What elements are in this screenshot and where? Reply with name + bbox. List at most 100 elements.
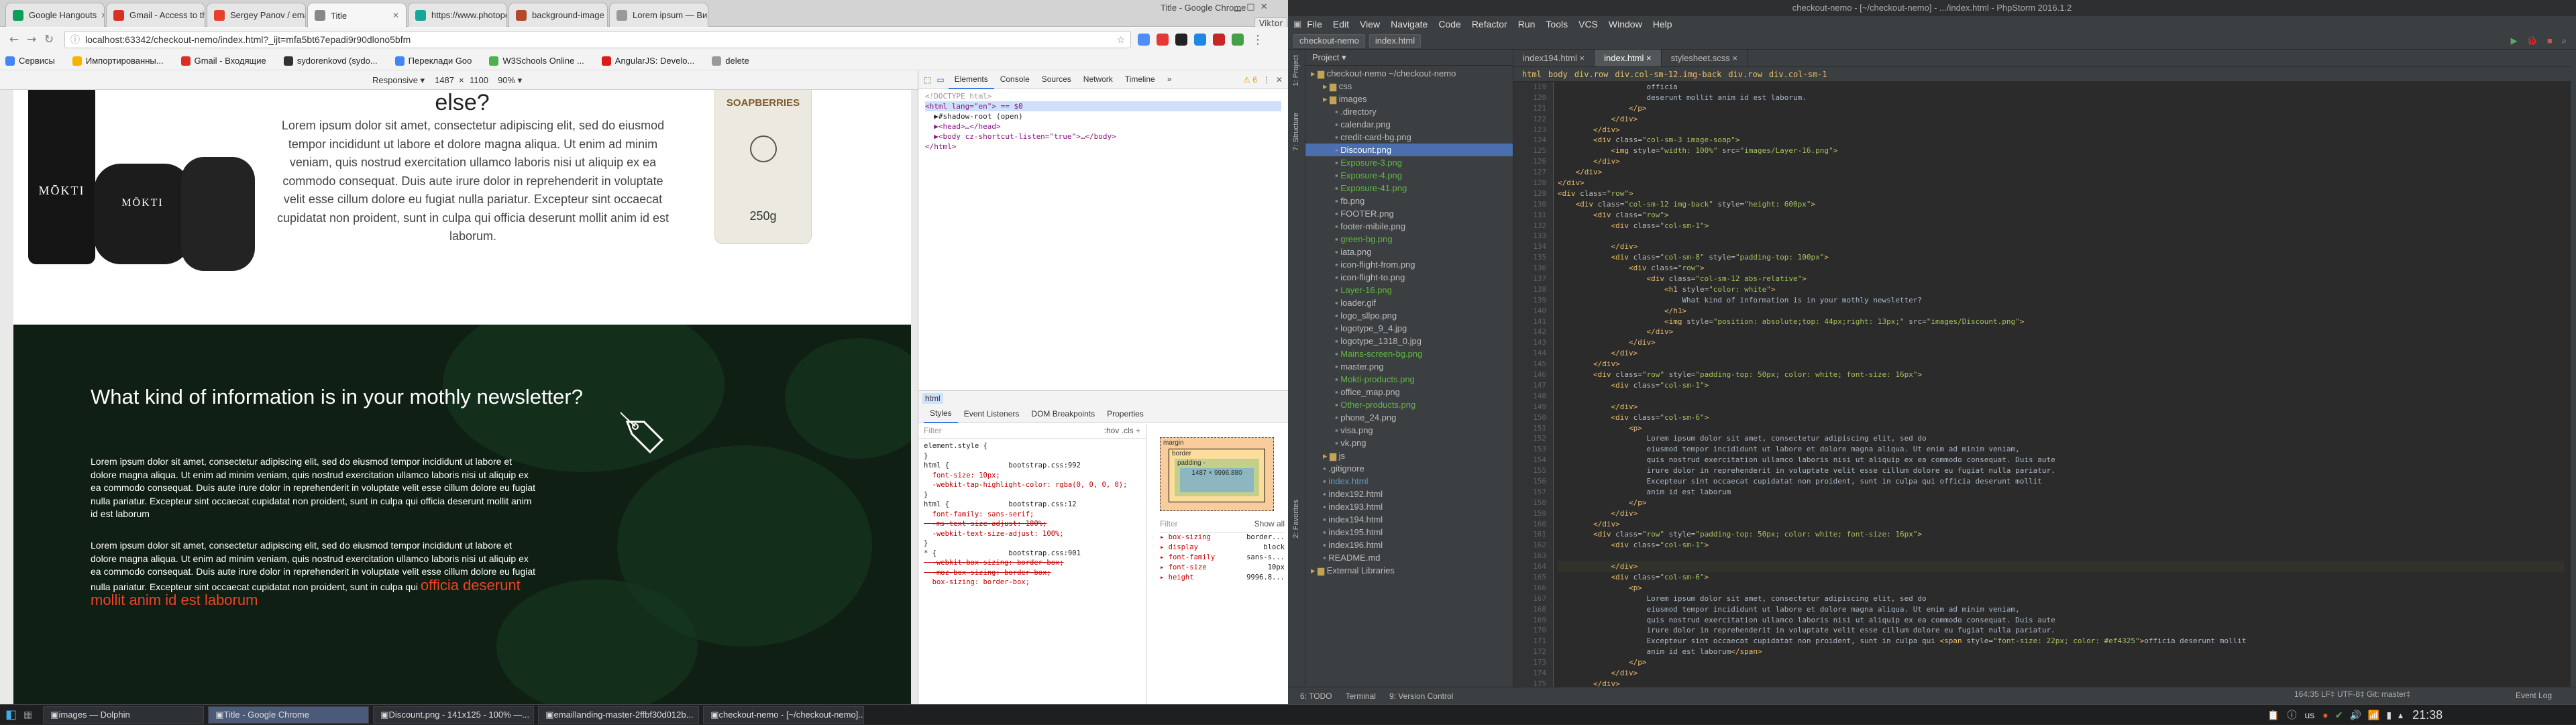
code-line[interactable]: <img style="width: 100%" src="images/Lay… xyxy=(1558,146,2564,156)
zoom-select[interactable]: 90% ▾ xyxy=(498,75,522,86)
bookmark-item[interactable]: sydorenkovd (sydo... xyxy=(283,56,378,66)
structure-tool-button[interactable]: 7: Structure xyxy=(1292,113,1300,151)
code-line[interactable]: <img style="position: absolute;top: 44px… xyxy=(1558,317,2564,327)
computed-row[interactable]: ▸ font-family sans-s... xyxy=(1160,553,1285,563)
code-line[interactable]: eiusmod tempor incididunt ut labore et d… xyxy=(1558,444,2564,455)
extension-icon[interactable] xyxy=(1175,34,1187,46)
project-panel-header[interactable]: Project ▾ xyxy=(1305,50,1513,66)
project-tree-item[interactable]: ▪ icon-flight-to.png xyxy=(1305,271,1513,284)
project-tool-button[interactable]: 1: Project xyxy=(1292,55,1300,86)
project-tree-item[interactable]: ▪ Mokti-products.png xyxy=(1305,373,1513,386)
code-line[interactable]: <div class="row"> xyxy=(1558,210,2564,221)
project-tree-item[interactable]: ▸ ▆ css xyxy=(1305,80,1513,93)
extension-icon[interactable] xyxy=(1138,34,1150,46)
style-rule-line[interactable]: } xyxy=(924,539,1140,549)
tag-crumb[interactable]: html xyxy=(1519,70,1545,79)
run-icon[interactable]: ▶ xyxy=(2511,36,2518,46)
project-tree-item[interactable]: ▪ .gitignore xyxy=(1305,462,1513,475)
code-line[interactable]: <p> xyxy=(1558,583,2564,594)
code-line[interactable]: quis nostrud exercitation ullamco labori… xyxy=(1558,615,2564,626)
ide-bottom-tab[interactable]: 9: Version Control xyxy=(1383,691,1460,701)
nav-crumb-project[interactable]: checkout-nemo xyxy=(1293,34,1365,48)
check-icon[interactable]: ✔ xyxy=(2335,710,2343,721)
code-line[interactable]: <div class="row" style="padding-top: 50p… xyxy=(1558,370,2564,380)
code-line[interactable] xyxy=(1558,391,2564,402)
style-rule-line[interactable]: -webkit-tap-highlight-color: rgba(0, 0, … xyxy=(924,480,1140,490)
computed-row[interactable]: ▸ box-sizing border... xyxy=(1160,533,1285,543)
project-tree-item[interactable]: ▪ master.png xyxy=(1305,360,1513,373)
editor-tab[interactable]: index194.html × xyxy=(1513,50,1595,66)
ide-menu-item[interactable]: Edit xyxy=(1328,19,1354,30)
favorites-tool-button[interactable]: 2: Favorites xyxy=(1292,500,1300,538)
extension-icon[interactable] xyxy=(1213,34,1225,46)
style-rule-line[interactable]: -webkit-text-size-adjust: 100%; xyxy=(924,529,1140,539)
dom-line[interactable]: <html lang="en"> == $0 xyxy=(925,101,1281,111)
ide-menu-item[interactable]: Refactor xyxy=(1466,19,1513,30)
code-line[interactable]: <div class="col-sm-6"> xyxy=(1558,412,2564,423)
code-line[interactable]: <div class="row" style="padding-top: 50p… xyxy=(1558,529,2564,540)
code-line[interactable]: <div class="col-sm-8" style="padding-top… xyxy=(1558,252,2564,263)
code-line[interactable]: </div> xyxy=(1558,402,2564,412)
menu-icon[interactable]: ⋮ xyxy=(1252,33,1264,47)
project-tree-item[interactable]: ▪ logo_sllpo.png xyxy=(1305,309,1513,322)
more-tabs-icon[interactable]: » xyxy=(1161,70,1178,89)
bookmark-item[interactable]: W3Schools Online ... xyxy=(489,56,584,66)
code-line[interactable]: eiusmod tempor incididunt ut labore et d… xyxy=(1558,604,2564,615)
dom-line[interactable]: </html> xyxy=(925,142,1281,152)
project-tree-item[interactable]: ▪ visa.png xyxy=(1305,424,1513,437)
devtools-tab[interactable]: Timeline xyxy=(1119,70,1161,89)
code-line[interactable]: quis nostrud exercitation ullamco labori… xyxy=(1558,455,2564,465)
code-line[interactable]: Excepteur sint occaecat cupidatat non pr… xyxy=(1558,636,2564,647)
devtools-tab[interactable]: Network xyxy=(1077,70,1119,89)
keyboard-layout[interactable]: us xyxy=(2304,710,2314,720)
info-icon[interactable]: ⓘ xyxy=(2287,708,2296,722)
project-tree-item[interactable]: ▸ ▆ images xyxy=(1305,93,1513,105)
tag-crumb[interactable]: div.row xyxy=(1725,70,1766,79)
chrome-tray-icon[interactable]: ● xyxy=(2322,710,2328,720)
ide-menu-item[interactable]: Code xyxy=(1433,19,1466,30)
code-line[interactable]: Lorem ipsum dolor sit amet, consectetur … xyxy=(1558,594,2564,604)
reload-icon[interactable]: ↻ xyxy=(40,33,58,46)
code-line[interactable]: </div> xyxy=(1558,178,2564,188)
code-line[interactable]: irure dolor in reprehenderit in voluptat… xyxy=(1558,625,2564,636)
devtools-tab[interactable]: Elements xyxy=(948,70,994,89)
taskbar-task[interactable]: ▣ emaillanding-master-2ffbf30d012b... xyxy=(538,706,700,724)
ide-menu-item[interactable]: VCS xyxy=(1573,19,1603,30)
styles-subtab[interactable]: Properties xyxy=(1101,405,1150,423)
code-area[interactable]: officia deserunt mollit anim id est labo… xyxy=(1558,82,2564,691)
project-tree-item[interactable]: ▪ index192.html xyxy=(1305,488,1513,500)
devtools-tab[interactable]: Console xyxy=(994,70,1036,89)
address-bar[interactable]: ⓘ localhost:63342/checkout-nemo/index.ht… xyxy=(64,31,1131,48)
clock[interactable]: 21:38 xyxy=(2412,708,2443,722)
dom-crumb[interactable]: html xyxy=(922,393,943,404)
project-tree-item[interactable]: ▪ credit-card-bg.png xyxy=(1305,131,1513,144)
warning-icon[interactable]: ⚠ 6 xyxy=(1243,75,1257,85)
project-tree-item[interactable]: ▪ green-bg.png xyxy=(1305,233,1513,245)
device-height[interactable]: 1100 xyxy=(470,75,488,85)
editor-tab[interactable]: stylesheet.scss × xyxy=(1662,50,1748,66)
code-line[interactable]: anim id est laborum</span> xyxy=(1558,647,2564,657)
project-tree-item[interactable]: ▪ index194.html xyxy=(1305,513,1513,526)
taskbar-task[interactable]: ▣ Title - Google Chrome xyxy=(208,706,370,724)
device-width[interactable]: 1487 xyxy=(435,75,454,85)
project-tree-item[interactable]: ▪ index195.html xyxy=(1305,526,1513,539)
style-rule-line[interactable]: html { bootstrap.css:12 xyxy=(924,500,1140,510)
style-rule-line[interactable]: font-family: sans-serif; xyxy=(924,510,1140,520)
code-line[interactable]: <div class="col-sm-3 image-soap"> xyxy=(1558,135,2564,146)
extension-icon[interactable] xyxy=(1157,34,1169,46)
project-tree-item[interactable]: ▪ logotype_1318_0.jpg xyxy=(1305,335,1513,347)
tab-close-icon[interactable]: ✕ xyxy=(388,11,399,20)
devtools-close-icon[interactable]: ✕ xyxy=(1276,75,1283,85)
project-tree-item[interactable]: ▪ FOOTER.png xyxy=(1305,207,1513,220)
code-line[interactable]: </div> xyxy=(1558,519,2564,530)
ide-menu-item[interactable]: View xyxy=(1354,19,1385,30)
computed-row[interactable]: ▸ height 9996.8... xyxy=(1160,573,1285,583)
code-line[interactable]: </h1> xyxy=(1558,306,2564,317)
code-line[interactable] xyxy=(1558,551,2564,561)
styles-subtab[interactable]: DOM Breakpoints xyxy=(1025,405,1101,423)
code-line[interactable]: <div class="col-sm-1"> xyxy=(1558,540,2564,551)
taskbar-task[interactable]: ▣ images — Dolphin xyxy=(43,706,205,724)
project-tree-item[interactable]: ▪ icon-flight-from.png xyxy=(1305,258,1513,271)
ide-menu-item[interactable]: Window xyxy=(1603,19,1648,30)
dom-line[interactable]: ▶<body cz-shortcut-listen="true">…</body… xyxy=(925,131,1281,142)
